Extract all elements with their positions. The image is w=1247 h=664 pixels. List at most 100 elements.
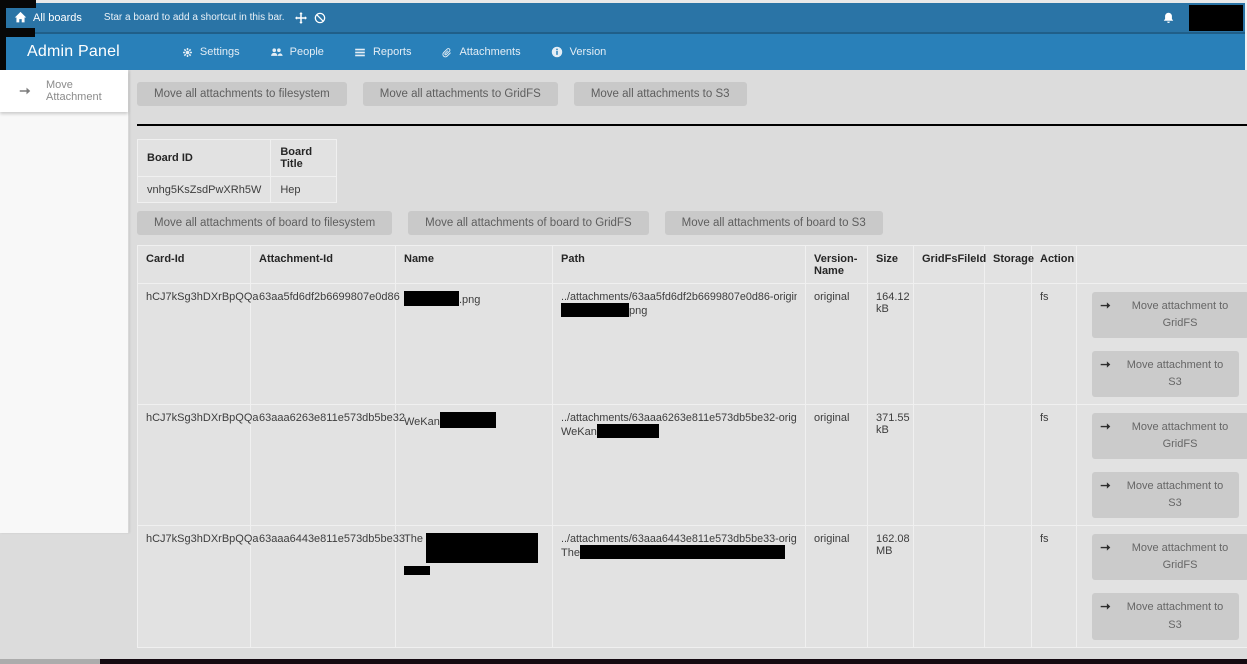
- move-all-to-s3-button[interactable]: Move all attachments to S3: [574, 82, 747, 106]
- all-boards-label: All boards: [33, 12, 82, 24]
- sidebar-item-label: Move Attachment: [46, 79, 128, 103]
- move-attachment-to-s3-button[interactable]: Move attachment to S3: [1092, 472, 1239, 518]
- redacted-text: [440, 412, 496, 428]
- move-attachment-to-gridfs-button[interactable]: Move attachment to GridFS: [1092, 292, 1247, 338]
- shortcut-hint-text: Star a board to add a shortcut in this b…: [104, 12, 285, 23]
- move-all-to-filesystem-button[interactable]: Move all attachments to filesystem: [137, 82, 347, 106]
- arrow-right-icon: [19, 86, 31, 96]
- version-name-header: Version-Name: [806, 246, 868, 284]
- path-cell: ../attachments/63aaa6263e811e573db5be32-…: [553, 405, 806, 526]
- arrow-right-icon: [1100, 481, 1111, 490]
- path-header: Path: [553, 246, 806, 284]
- path-cell: ../attachments/63aa5fd6df2b6699807e0d86-…: [553, 284, 806, 405]
- version-name-cell: original: [806, 526, 868, 647]
- admin-header-bar: Admin Panel Settings People Reports: [0, 32, 1247, 70]
- board-id-cell: vnhg5KsZsdPwXRh5W: [138, 177, 271, 203]
- divider: [137, 124, 1247, 126]
- board-actions-row: Move all attachments of board to filesys…: [137, 211, 1247, 235]
- tab-reports-label: Reports: [373, 46, 412, 58]
- tab-settings[interactable]: Settings: [182, 46, 240, 58]
- move-board-to-filesystem-button[interactable]: Move all attachments of board to filesys…: [137, 211, 392, 235]
- tab-version-label: Version: [570, 46, 607, 58]
- path-cell: ../attachments/63aaa6443e811e573db5be33-…: [553, 526, 806, 647]
- card-id-cell: hCJ7kSg3hDXrBpQQa: [138, 526, 251, 647]
- action-cell: fs: [1032, 526, 1077, 647]
- info-icon: [551, 46, 563, 58]
- sidebar-item-move-attachment[interactable]: Move Attachment: [0, 70, 128, 112]
- attachment-id-cell: 63aaa6443e811e573db5be33: [251, 526, 396, 647]
- move-attachment-to-s3-button[interactable]: Move attachment to S3: [1092, 593, 1239, 639]
- tab-people-label: People: [290, 46, 324, 58]
- size-cell: 162.08 MB: [868, 526, 914, 647]
- bottom-redaction-bar: [100, 659, 1247, 664]
- action-cell: fs: [1032, 405, 1077, 526]
- move-all-to-gridfs-button[interactable]: Move all attachments to GridFS: [363, 82, 558, 106]
- action-cell: fs: [1032, 284, 1077, 405]
- board-table: Board ID Board Title vnhg5KsZsdPwXRh5W H…: [137, 139, 337, 203]
- storage-cell: [985, 284, 1032, 405]
- bell-icon[interactable]: [1162, 11, 1175, 25]
- wekan-admin-attachments-screen: All boards Star a board to add a shortcu…: [0, 0, 1247, 664]
- circle-slash-icon[interactable]: [314, 12, 326, 24]
- redacted-text: [597, 424, 659, 438]
- storage-header: Storage: [985, 246, 1032, 284]
- top-bar: All boards Star a board to add a shortcu…: [0, 3, 1247, 32]
- arrow-right-icon: [1100, 422, 1111, 431]
- redaction-artifact: [0, 28, 35, 37]
- tab-reports[interactable]: Reports: [354, 46, 412, 58]
- name-cell: The: [396, 526, 553, 647]
- size-cell: 164.12 kB: [868, 284, 914, 405]
- page-title: Admin Panel: [27, 43, 120, 61]
- all-boards-link[interactable]: All boards: [14, 11, 82, 24]
- redacted-text: [404, 566, 430, 575]
- redacted-text: [404, 291, 459, 306]
- home-icon: [14, 11, 27, 24]
- redacted-text: [580, 545, 785, 559]
- tab-settings-label: Settings: [200, 46, 240, 58]
- user-menu-redacted[interactable]: [1189, 5, 1243, 31]
- move-board-to-gridfs-button[interactable]: Move all attachments of board to GridFS: [408, 211, 648, 235]
- tab-attachments[interactable]: Attachments: [441, 46, 520, 58]
- bottom-edge-grey: [0, 659, 100, 664]
- admin-nav: Settings People Reports Attachments: [182, 46, 606, 58]
- version-name-cell: original: [806, 284, 868, 405]
- redacted-text: [426, 533, 538, 563]
- tab-people[interactable]: People: [270, 46, 324, 58]
- gear-icon: [182, 47, 193, 58]
- size-header: Size: [868, 246, 914, 284]
- people-icon: [270, 46, 283, 58]
- move-attachment-to-gridfs-button[interactable]: Move attachment to GridFS: [1092, 413, 1247, 459]
- move-board-to-s3-button[interactable]: Move all attachments of board to S3: [665, 211, 883, 235]
- name-header: Name: [396, 246, 553, 284]
- card-id-cell: hCJ7kSg3hDXrBpQQa: [138, 405, 251, 526]
- main-content: Move all attachments to filesystem Move …: [137, 70, 1247, 648]
- board-title-header: Board Title: [271, 140, 337, 177]
- tab-version[interactable]: Version: [551, 46, 607, 58]
- arrow-right-icon: [1100, 360, 1111, 369]
- arrow-right-icon: [1100, 301, 1111, 310]
- board-row: vnhg5KsZsdPwXRh5W Hep: [138, 177, 337, 203]
- gridfsfileid-header: GridFsFileId: [914, 246, 985, 284]
- attachment-row: hCJ7kSg3hDXrBpQQa 63aaa6263e811e573db5be…: [138, 405, 1247, 526]
- tab-attachments-label: Attachments: [459, 46, 520, 58]
- arrow-right-icon: [1100, 602, 1111, 611]
- size-cell: 371.55 kB: [868, 405, 914, 526]
- global-actions-row: Move all attachments to filesystem Move …: [137, 82, 1247, 106]
- move-attachment-to-gridfs-button[interactable]: Move attachment to GridFS: [1092, 534, 1247, 580]
- version-name-cell: original: [806, 405, 868, 526]
- storage-cell: [985, 405, 1032, 526]
- gridfsfileid-cell: [914, 405, 985, 526]
- attachment-row: hCJ7kSg3hDXrBpQQa 63aaa6443e811e573db5be…: [138, 526, 1247, 647]
- move-cross-icon[interactable]: [295, 12, 307, 24]
- row-buttons-cell: Move attachment to GridFS Move attachmen…: [1077, 284, 1247, 405]
- move-attachment-to-s3-button[interactable]: Move attachment to S3: [1092, 351, 1239, 397]
- card-id-header: Card-Id: [138, 246, 251, 284]
- attachment-id-header: Attachment-Id: [251, 246, 396, 284]
- attachment-id-cell: 63aa5fd6df2b6699807e0d86: [251, 284, 396, 405]
- board-title-cell: Hep: [271, 177, 337, 203]
- row-buttons-cell: Move attachment to GridFS Move attachmen…: [1077, 526, 1247, 647]
- board-id-header: Board ID: [138, 140, 271, 177]
- attachment-id-cell: 63aaa6263e811e573db5be32: [251, 405, 396, 526]
- redacted-text: [561, 303, 629, 317]
- storage-cell: [985, 526, 1032, 647]
